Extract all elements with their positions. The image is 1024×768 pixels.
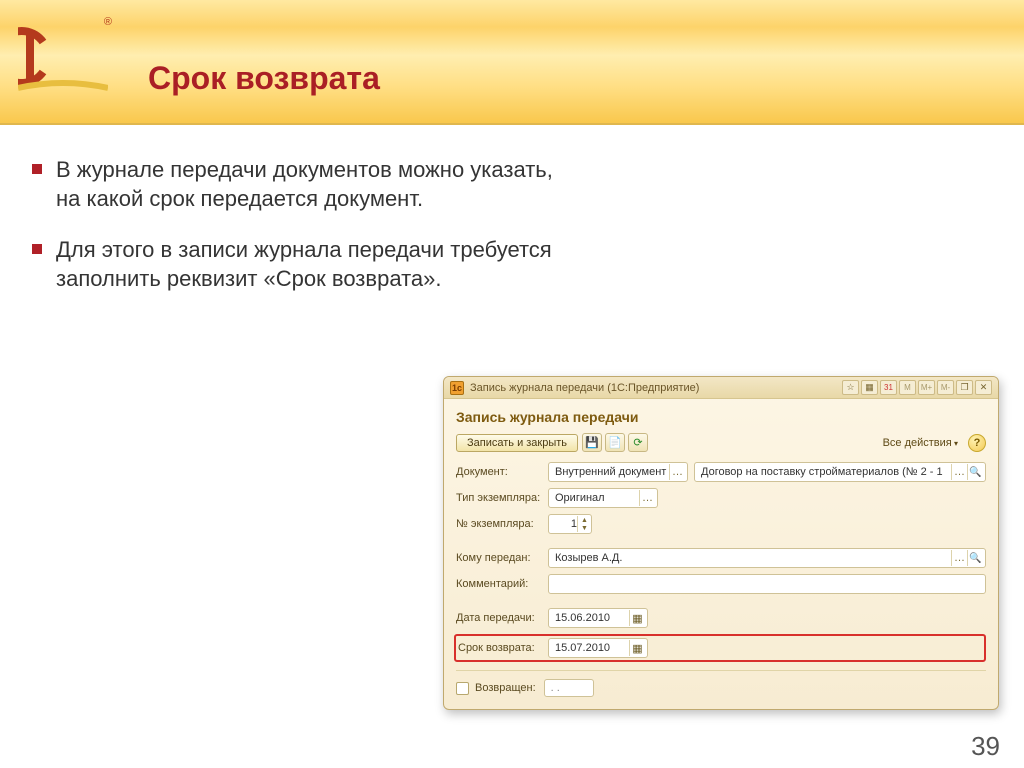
slide-title: Срок возврата	[148, 60, 380, 97]
calendar-icon[interactable]: 31	[880, 380, 897, 395]
bullet-item: Для этого в записи журнала передачи треб…	[30, 235, 570, 293]
given-to-field[interactable]: Козырев А.Д.	[548, 548, 986, 568]
transfer-date-label: Дата передачи:	[456, 612, 548, 624]
open-icon[interactable]	[967, 464, 983, 480]
page-number: 39	[971, 731, 1000, 762]
calendar-icon[interactable]: ▦	[629, 640, 645, 656]
favorite-icon[interactable]: ☆	[842, 380, 859, 395]
bullet-list: В журнале передачи документов можно указ…	[30, 155, 570, 293]
spinner-down-icon[interactable]: ▼	[577, 524, 591, 532]
refresh-icon[interactable]: ⟳	[628, 433, 648, 452]
mem-mminus-button[interactable]: M-	[937, 380, 954, 395]
copy-num-label: № экземпляра:	[456, 518, 548, 530]
save-and-close-button[interactable]: Записать и закрыть	[456, 434, 578, 452]
window-close-button[interactable]: ✕	[975, 380, 992, 395]
logo-1c: ®	[18, 22, 108, 92]
lookup-icon[interactable]	[951, 464, 967, 480]
return-date-field[interactable]: 15.07.2010 ▦	[548, 638, 648, 658]
app-window: 1c Запись журнала передачи (1С:Предприят…	[443, 376, 999, 710]
document-type-field[interactable]: Внутренний документ	[548, 462, 688, 482]
separator	[456, 670, 986, 671]
returned-label: Возвращен:	[475, 682, 536, 694]
app-icon-1c: 1c	[450, 381, 464, 395]
all-actions-menu[interactable]: Все действия	[883, 437, 958, 449]
spinner-up-icon[interactable]: ▲	[577, 516, 591, 524]
document-name-field[interactable]: Договор на поставку стройматериалов (№ 2…	[694, 462, 986, 482]
returned-checkbox[interactable]	[456, 682, 469, 695]
window-restore-button[interactable]: ❐	[956, 380, 973, 395]
lookup-icon[interactable]	[669, 464, 685, 480]
form-title: Запись журнала передачи	[456, 409, 986, 425]
return-date-row-highlight: Срок возврата: 15.07.2010 ▦	[454, 634, 986, 662]
slide-header: ® Срок возврата	[0, 0, 1024, 125]
bullet-item: В журнале передачи документов можно указ…	[30, 155, 570, 213]
save-icon[interactable]: 💾	[582, 433, 602, 452]
window-title: Запись журнала передачи (1С:Предприятие)	[470, 382, 699, 394]
report-icon[interactable]: 📄	[605, 433, 625, 452]
help-button[interactable]: ?	[968, 434, 986, 452]
copy-type-label: Тип экземпляра:	[456, 492, 548, 504]
transfer-date-field[interactable]: 15.06.2010 ▦	[548, 608, 648, 628]
calc-icon[interactable]: ▦	[861, 380, 878, 395]
mem-mplus-button[interactable]: M+	[918, 380, 935, 395]
calendar-icon[interactable]: ▦	[629, 610, 645, 626]
copy-num-field[interactable]: 1 ▲ ▼	[548, 514, 592, 534]
window-titlebar[interactable]: 1c Запись журнала передачи (1С:Предприят…	[444, 377, 998, 399]
comment-label: Комментарий:	[456, 578, 548, 590]
lookup-icon[interactable]	[639, 490, 655, 506]
copy-type-field[interactable]: Оригинал	[548, 488, 658, 508]
lookup-icon[interactable]	[951, 550, 967, 566]
given-to-label: Кому передан:	[456, 552, 548, 564]
returned-date-field[interactable]: . .	[544, 679, 594, 697]
mem-m-button[interactable]: M	[899, 380, 916, 395]
document-label: Документ:	[456, 466, 548, 478]
return-date-label: Срок возврата:	[458, 642, 548, 654]
comment-field[interactable]	[548, 574, 986, 594]
form-toolbar: Записать и закрыть 💾 📄 ⟳ Все действия ?	[456, 433, 986, 452]
open-icon[interactable]	[967, 550, 983, 566]
